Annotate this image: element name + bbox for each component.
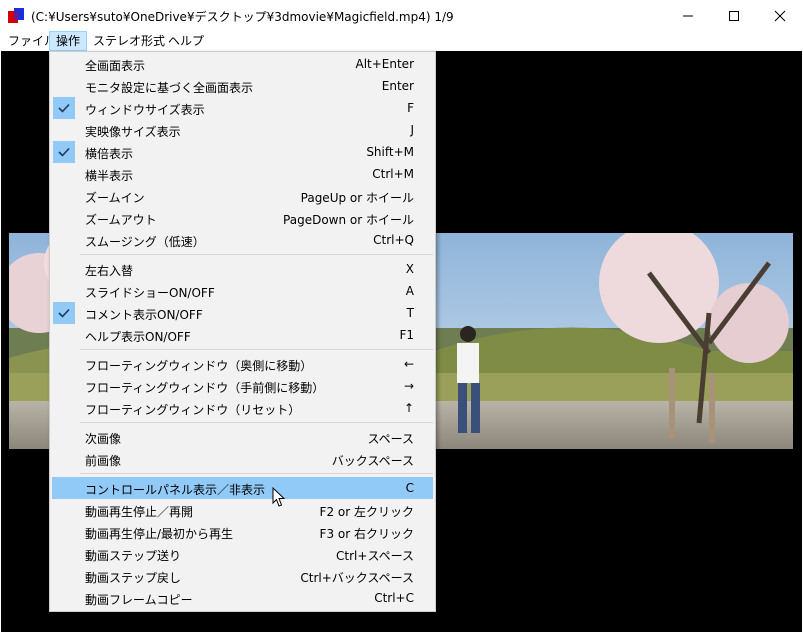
menu-separator [80,473,433,474]
operation-dropdown-menu: 全画面表示 Alt+Enter モニタ設定に基づく全画面表示 Enter ウィン… [49,51,436,612]
menu-item-shortcut: ↑ [403,401,414,415]
menu-item-double-width[interactable]: 横倍表示 Shift+M [52,141,433,163]
menu-item-prev-image[interactable]: 前画像 バックスペース [52,448,433,470]
menu-item-label: フローティングウィンドウ（リセット） [85,403,301,417]
title-bar[interactable]: (C:¥Users¥suto¥OneDrive¥デスクトップ¥3dmovie¥M… [0,0,803,31]
menu-item-half-width[interactable]: 横半表示 Ctrl+M [52,163,433,185]
menu-item-shortcut: PageUp or ホイール [300,191,414,205]
close-icon [774,10,786,21]
menu-item-label: 動画フレームコピー [85,593,193,607]
menu-item-floating-back[interactable]: フローティングウィンドウ（奥側に移動） ← [52,353,433,375]
menu-item-shortcut: F3 or 右クリック [319,527,414,541]
menu-item-label: 次画像 [85,432,122,446]
menu-item-zoom-in[interactable]: ズームイン PageUp or ホイール [52,185,433,207]
menu-item-swap-left-right[interactable]: 左右入替 X [52,258,433,280]
mouse-cursor-icon [272,487,286,507]
menu-item-label: 動画再生停止/最初から再生 [85,527,234,541]
menu-item-frame-copy[interactable]: 動画フレームコピー Ctrl+C [52,587,433,609]
menu-item-shortcut: Shift+M [366,145,414,159]
menu-item-label: コントロールパネル表示／非表示 [85,483,266,497]
menu-item-shortcut: J [410,123,414,137]
menu-item-label: 前画像 [85,454,122,468]
menu-item-shortcut: Enter [381,79,414,93]
menu-item-shortcut: → [403,379,414,393]
check-icon [53,302,75,324]
menu-item-floating-front[interactable]: フローティングウィンドウ（手前側に移動） → [52,375,433,397]
menu-item-shortcut: T [406,306,414,320]
menu-item-step-forward[interactable]: 動画ステップ送り Ctrl+スペース [52,543,433,565]
close-button[interactable] [757,0,803,31]
menu-item-shortcut: Ctrl+Q [373,233,414,247]
menu-item-shortcut: PageDown or ホイール [283,213,414,227]
menu-item-shortcut: F [407,101,414,115]
menu-item-shortcut: Ctrl+M [372,167,414,181]
menu-item-label: コメント表示ON/OFF [85,308,203,322]
menu-item-play-pause[interactable]: 動画再生停止／再開 F2 or 左クリック [52,499,433,521]
menu-item-play-restart[interactable]: 動画再生停止/最初から再生 F3 or 右クリック [52,521,433,543]
menu-separator [80,349,433,350]
minimize-icon [683,15,693,16]
menu-item-label: 全画面表示 [85,59,146,73]
menu-item-label: ヘルプ表示ON/OFF [85,330,191,344]
check-icon [53,141,75,163]
window-title: (C:¥Users¥suto¥OneDrive¥デスクトップ¥3dmovie¥M… [31,10,454,24]
menu-item-monitor-fullscreen[interactable]: モニタ設定に基づく全画面表示 Enter [52,75,433,97]
menu-item-label: 実映像サイズ表示 [85,125,181,139]
menu-item-shortcut: Ctrl+スペース [336,549,414,563]
menu-item-label: 動画ステップ送り [85,549,182,563]
menu-separator [80,422,433,423]
menu-item-shortcut: F1 [399,328,414,342]
menu-separator [80,254,433,255]
menu-item-label: スムージング（低速） [85,235,205,249]
menu-item-label: 動画ステップ戻し [85,571,182,585]
menu-item-shortcut: スペース [367,432,414,446]
menu-item-label: スライドショーON/OFF [85,286,215,300]
check-icon [53,97,75,119]
menu-item-shortcut: X [405,262,414,276]
menu-operation[interactable]: 操作 [49,31,88,51]
menu-item-shortcut: Ctrl+バックスペース [300,571,414,585]
menu-item-fullscreen[interactable]: 全画面表示 Alt+Enter [52,53,433,75]
menu-item-label: ズームアウト [85,213,157,227]
menu-item-shortcut: バックスペース [331,454,414,468]
menu-item-label: 左右入替 [85,264,134,278]
menu-item-shortcut: Alt+Enter [355,57,414,71]
menu-item-label: モニタ設定に基づく全画面表示 [85,81,254,95]
menu-item-shortcut: ← [403,357,414,371]
menu-item-label: 動画再生停止／再開 [85,505,194,519]
menu-item-help-display[interactable]: ヘルプ表示ON/OFF F1 [52,324,433,346]
menu-item-smoothing[interactable]: スムージング（低速） Ctrl+Q [52,229,433,251]
menu-item-slideshow[interactable]: スライドショーON/OFF A [52,280,433,302]
menu-item-label: ズームイン [85,191,145,205]
menu-item-shortcut: C [405,481,414,495]
menu-stereo-format[interactable]: ステレオ形式 [87,32,171,50]
maximize-icon [729,10,739,21]
menu-item-actual-size[interactable]: 実映像サイズ表示 J [52,119,433,141]
menu-bar: ファイル 操作 ステレオ形式 ヘルプ [0,31,803,51]
menu-item-label: フローティングウィンドウ（奥側に移動） [85,359,313,373]
menu-item-shortcut: F2 or 左クリック [319,505,414,519]
menu-item-shortcut: A [405,284,414,298]
menu-item-floating-reset[interactable]: フローティングウィンドウ（リセット） ↑ [52,397,433,419]
menu-item-label: フローティングウィンドウ（手前側に移動） [85,381,325,395]
maximize-button[interactable] [711,0,757,31]
menu-item-next-image[interactable]: 次画像 スペース [52,426,433,448]
menu-item-shortcut: Ctrl+C [374,591,414,605]
menu-help[interactable]: ヘルプ [162,32,210,50]
menu-item-control-panel[interactable]: コントロールパネル表示／非表示 C [52,477,433,499]
minimize-button[interactable] [665,0,711,31]
menu-item-label: ウィンドウサイズ表示 [85,103,205,117]
menu-item-label: 横半表示 [85,169,134,183]
menu-item-step-back[interactable]: 動画ステップ戻し Ctrl+バックスペース [52,565,433,587]
menu-item-window-size[interactable]: ウィンドウサイズ表示 F [52,97,433,119]
menu-item-zoom-out[interactable]: ズームアウト PageDown or ホイール [52,207,433,229]
menu-item-label: 横倍表示 [85,147,134,161]
menu-item-comment-display[interactable]: コメント表示ON/OFF T [52,302,433,324]
app-icon [8,8,24,23]
